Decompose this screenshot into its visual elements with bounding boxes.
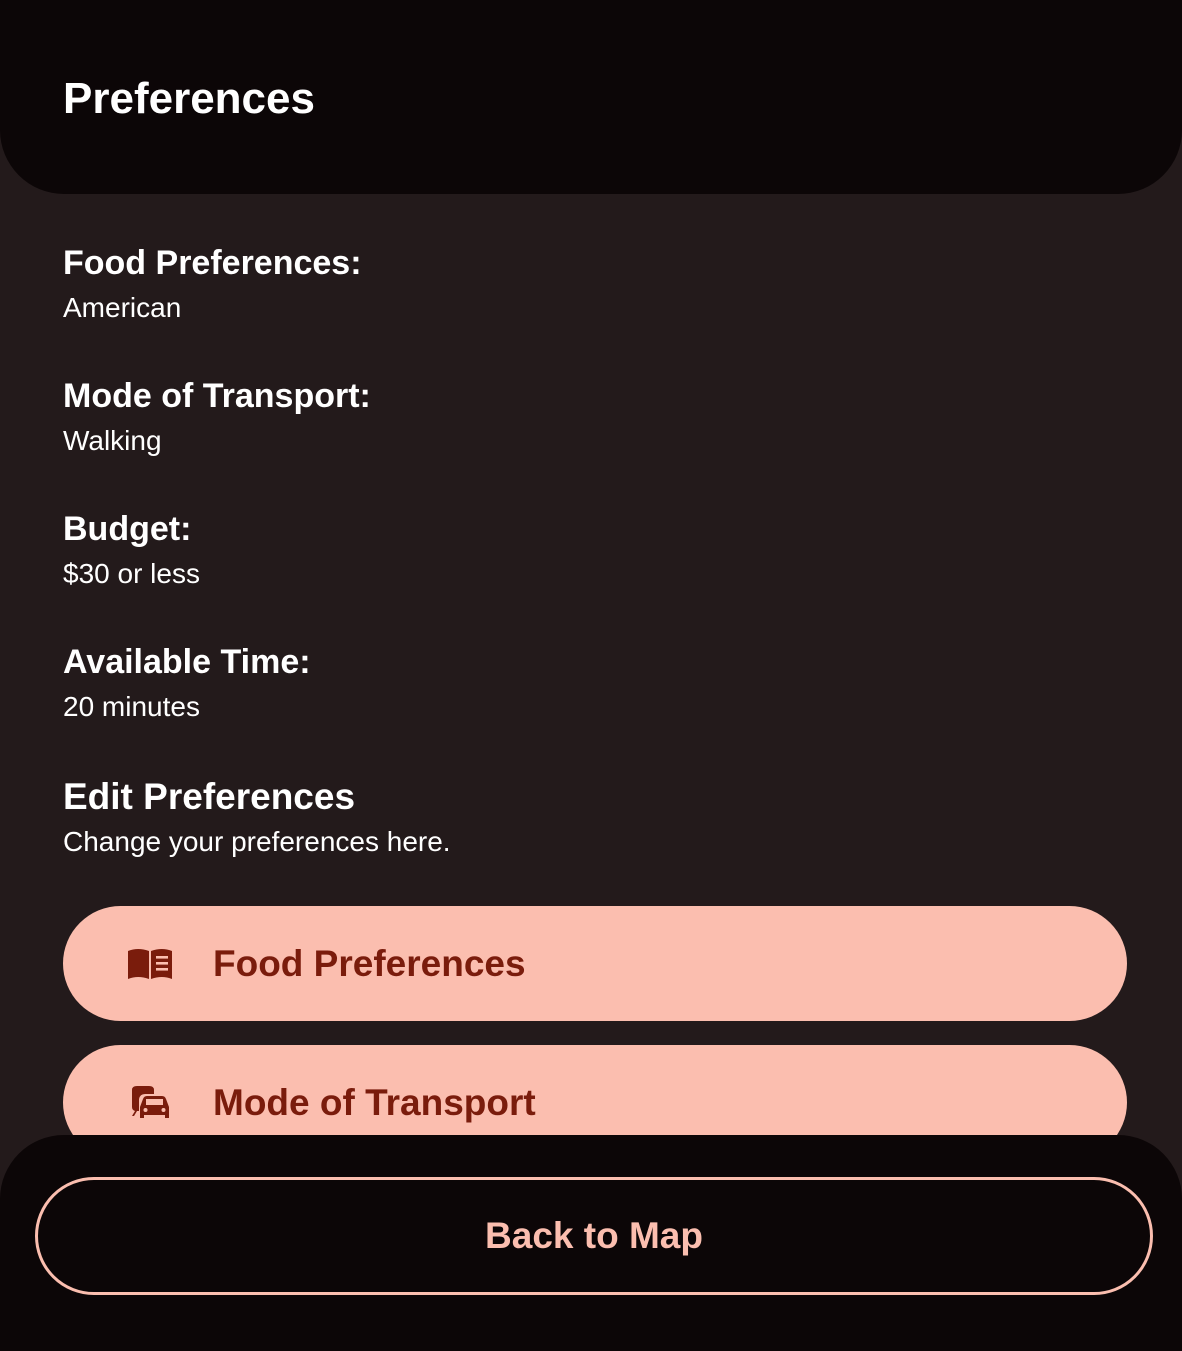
edit-preferences-title: Edit Preferences [63, 776, 356, 817]
transport-preference-label: Mode of Transport: [63, 377, 371, 415]
time-preference-block: Available Time: 20 minutes [63, 639, 1127, 772]
commute-icon [126, 1083, 174, 1123]
edit-preferences-subtitle: Change your preferences here. [63, 826, 451, 857]
edit-preferences-section: Edit Preferences Change your preferences… [63, 772, 1127, 862]
menu-book-icon [126, 944, 174, 984]
preferences-summary: Food Preferences: American Mode of Trans… [63, 240, 1127, 862]
time-preference-label: Available Time: [63, 643, 311, 681]
time-preference-value: 20 minutes [63, 691, 200, 722]
page-title: Preferences [63, 74, 315, 123]
food-preferences-button-label: Food Preferences [213, 942, 526, 984]
transport-preference-block: Mode of Transport: Walking [63, 373, 1127, 506]
footer-bar: Back to Map [0, 1135, 1182, 1351]
food-preference-value: American [63, 292, 182, 323]
mode-of-transport-button-label: Mode of Transport [213, 1081, 536, 1123]
food-preferences-button[interactable]: Food Preferences [63, 906, 1127, 1021]
back-to-map-button[interactable]: Back to Map [35, 1177, 1153, 1295]
budget-preference-label: Budget: [63, 510, 192, 548]
budget-preference-block: Budget: $30 or less [63, 506, 1127, 639]
back-to-map-label: Back to Map [485, 1215, 703, 1256]
food-preference-label: Food Preferences: [63, 244, 362, 282]
app-header: Preferences [0, 0, 1182, 194]
transport-preference-value: Walking [63, 425, 162, 456]
food-preference-block: Food Preferences: American [63, 240, 1127, 373]
budget-preference-value: $30 or less [63, 558, 200, 589]
